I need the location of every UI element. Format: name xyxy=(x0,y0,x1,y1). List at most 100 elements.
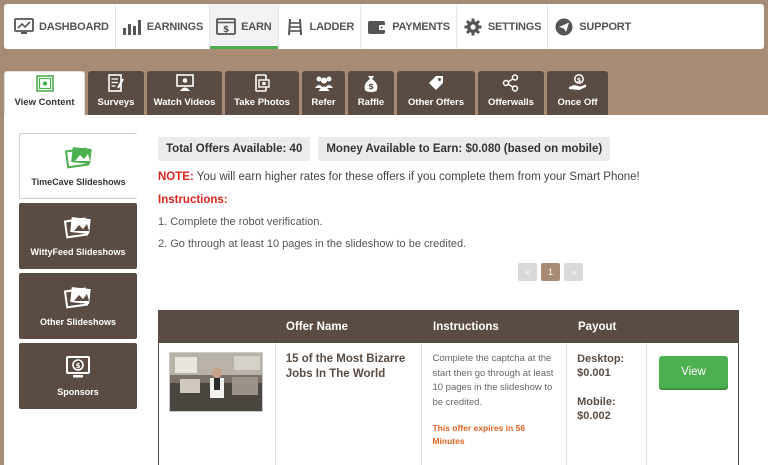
tab-surveys[interactable]: Surveys xyxy=(88,71,144,115)
side-tab-wittyfeed-label: WittyFeed Slideshows xyxy=(30,247,126,257)
side-tab-other-slideshows-label: Other Slideshows xyxy=(39,317,117,327)
nav-earn[interactable]: $ EARN xyxy=(210,4,278,49)
nav-ladder[interactable]: LADDER xyxy=(279,4,361,49)
view-content-icon xyxy=(35,73,54,93)
note-text: You will earn higher rates for these off… xyxy=(193,171,640,183)
offer-thumbnail-cell xyxy=(159,343,276,465)
side-tab-sponsors[interactable]: $ Sponsors xyxy=(19,343,137,409)
dollar-window-icon: $ xyxy=(216,18,237,36)
tab-take-photos[interactable]: Take Photos xyxy=(225,71,299,115)
offers-main: Total Offers Available: 40 Money Availab… xyxy=(158,137,748,250)
side-tab-sponsors-label: Sponsors xyxy=(57,387,99,397)
table-row: 15 of the Most Bizarre Jobs In The World… xyxy=(159,343,738,465)
tab-view-content-label: View Content xyxy=(14,97,75,108)
header-offer-name: Offer Name xyxy=(286,321,348,333)
tab-view-content[interactable]: View Content xyxy=(4,71,85,115)
offer-payout-cell: Desktop: $0.001 Mobile: $0.002 xyxy=(567,343,647,465)
side-tab-other-slideshows[interactable]: Other Slideshows xyxy=(19,273,137,339)
offer-name-cell: 15 of the Most Bizarre Jobs In The World xyxy=(276,343,423,465)
nav-ladder-label: LADDER xyxy=(309,20,355,33)
slideshow-icon xyxy=(63,215,93,241)
tab-once-off[interactable]: $ Once Off xyxy=(547,71,608,115)
payout-mobile-label: Mobile: xyxy=(577,396,616,408)
earn-category-tabs: View Content Surveys Watch Videos Take P… xyxy=(4,71,611,115)
view-offer-button[interactable]: View xyxy=(659,356,728,388)
tab-refer-label: Refer xyxy=(311,97,336,108)
nav-payments-label: PAYMENTS xyxy=(392,20,450,33)
tab-raffle[interactable]: $ Raffle xyxy=(348,71,394,115)
side-tab-timecave-label: TimeCave Slideshows xyxy=(31,177,126,187)
tab-surveys-label: Surveys xyxy=(97,97,135,108)
money-bag-icon: $ xyxy=(363,73,379,93)
payout-desktop-label: Desktop: xyxy=(577,353,625,365)
instruction-step: 2. Go through at least 10 pages in the s… xyxy=(158,238,467,250)
paper-plane-icon xyxy=(554,18,574,36)
header-instructions: Instructions xyxy=(433,321,499,333)
offer-expiry: This offer expires in 56 Minutes xyxy=(432,423,526,446)
money-available-badge: Money Available to Earn: $0.080 (based o… xyxy=(318,137,611,161)
offer-instructions-cell: Complete the captcha at the start then g… xyxy=(422,343,568,465)
nav-settings-label: SETTINGS xyxy=(487,20,542,33)
mobile-note: NOTE: You will earn higher rates for the… xyxy=(158,171,748,183)
gear-icon xyxy=(463,18,483,36)
people-icon xyxy=(314,73,334,93)
svg-text:$: $ xyxy=(223,25,229,35)
nav-settings[interactable]: SETTINGS xyxy=(457,4,547,49)
sponsor-icon: $ xyxy=(63,355,93,381)
table-header: Offer Name Instructions Payout xyxy=(159,311,738,343)
summary-chips: Total Offers Available: 40 Money Availab… xyxy=(158,137,748,161)
share-icon xyxy=(502,73,520,93)
nav-payments[interactable]: PAYMENTS xyxy=(361,4,456,49)
pagination-next[interactable]: » xyxy=(564,263,583,281)
slideshow-source-tabs: TimeCave Slideshows WittyFeed Slideshows… xyxy=(19,133,137,413)
instruction-step: 1. Complete the robot verification. xyxy=(158,216,323,228)
nav-earn-label: EARN xyxy=(241,20,272,33)
offers-table: Offer Name Instructions Payout 15 of the… xyxy=(158,310,739,465)
tab-other-offers-label: Other Offers xyxy=(408,97,464,108)
tab-take-photos-label: Take Photos xyxy=(234,97,290,108)
photo-icon xyxy=(253,73,271,93)
nav-support-label: SUPPORT xyxy=(579,20,632,33)
tab-offerwalls[interactable]: Offerwalls xyxy=(478,71,544,115)
nav-dashboard[interactable]: DASHBOARD xyxy=(8,4,115,49)
side-tab-wittyfeed[interactable]: WittyFeed Slideshows xyxy=(19,203,137,269)
tag-icon xyxy=(427,73,445,93)
tab-watch-videos-label: Watch Videos xyxy=(153,97,216,108)
tab-offerwalls-label: Offerwalls xyxy=(488,97,534,108)
tab-refer[interactable]: Refer xyxy=(302,71,345,115)
video-icon xyxy=(175,73,195,93)
dashboard-icon xyxy=(14,18,34,36)
hand-coin-icon: $ xyxy=(568,73,588,93)
pagination-page-1[interactable]: 1 xyxy=(541,263,560,281)
payout-mobile-value: $0.002 xyxy=(577,410,611,422)
top-navigation: DASHBOARD EARNINGS $ EARN LADDER PAYMENT… xyxy=(4,4,764,49)
bar-chart-icon xyxy=(122,18,142,36)
tab-watch-videos[interactable]: Watch Videos xyxy=(147,71,222,115)
nav-support[interactable]: SUPPORT xyxy=(548,4,637,49)
note-label: NOTE: xyxy=(158,171,194,183)
svg-text:$: $ xyxy=(576,76,581,84)
offer-instructions: Complete the captcha at the start then g… xyxy=(432,353,554,408)
slideshow-icon xyxy=(64,145,94,171)
wallet-icon xyxy=(367,18,387,36)
pagination-prev[interactable]: « xyxy=(518,263,537,281)
side-tab-timecave[interactable]: TimeCave Slideshows xyxy=(19,133,137,199)
ladder-icon xyxy=(285,18,305,36)
content-panel: TimeCave Slideshows WittyFeed Slideshows… xyxy=(4,115,768,465)
slideshow-icon xyxy=(63,285,93,311)
tab-other-offers[interactable]: Other Offers xyxy=(397,71,475,115)
offer-action-cell: View xyxy=(647,343,738,465)
offer-thumbnail[interactable] xyxy=(169,352,263,412)
svg-text:$: $ xyxy=(76,362,81,370)
tab-once-off-label: Once Off xyxy=(557,97,598,108)
nav-earnings-label: EARNINGS xyxy=(146,20,204,33)
tab-raffle-label: Raffle xyxy=(357,97,385,108)
svg-text:$: $ xyxy=(368,82,374,91)
payout-desktop-value: $0.001 xyxy=(577,367,611,379)
total-offers-badge: Total Offers Available: 40 xyxy=(158,137,311,161)
survey-icon xyxy=(108,73,124,93)
offer-name[interactable]: 15 of the Most Bizarre Jobs In The World xyxy=(286,352,412,381)
nav-dashboard-label: DASHBOARD xyxy=(39,20,109,33)
nav-earnings[interactable]: EARNINGS xyxy=(116,4,209,49)
instructions-title: Instructions: xyxy=(158,194,228,206)
